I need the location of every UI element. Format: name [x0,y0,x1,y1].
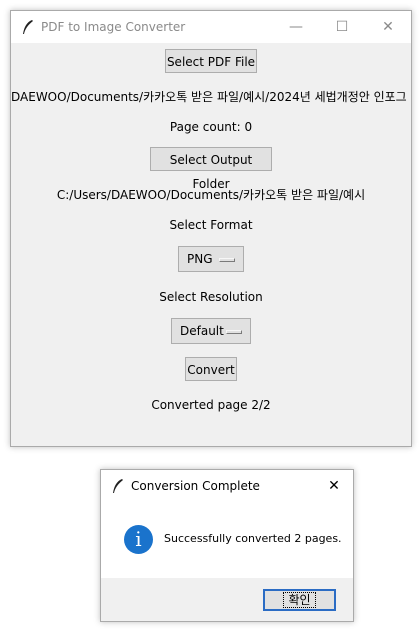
resolution-select-value: Default [180,324,224,338]
dialog-close-button[interactable]: ✕ [315,470,353,502]
main-titlebar[interactable]: PDF to Image Converter — ☐ ✕ [11,11,411,43]
page-count-label: Page count: 0 [169,120,253,134]
resolution-heading: Select Resolution [159,290,263,304]
minimize-button[interactable]: — [273,11,319,43]
format-heading: Select Format [169,218,253,232]
ok-button[interactable]: 확인 [263,589,336,611]
conversion-complete-dialog: Conversion Complete ✕ i Successfully con… [100,469,354,622]
format-select-value: PNG [187,252,213,266]
dropdown-indicator-icon [226,330,242,334]
app-feather-icon [23,20,33,34]
close-button[interactable]: ✕ [365,11,411,43]
close-icon: ✕ [328,478,340,494]
dropdown-indicator-icon [219,258,235,262]
info-icon: i [124,525,153,554]
format-select[interactable]: PNG [178,246,244,272]
main-window-title: PDF to Image Converter [41,20,186,34]
dialog-titlebar[interactable]: Conversion Complete ✕ [101,470,353,502]
maximize-icon: ☐ [335,19,349,35]
dialog-feather-icon [113,479,123,493]
status-label: Converted page 2/2 [151,398,271,412]
resolution-select[interactable]: Default [171,318,251,344]
ok-button-label: 확인 [283,592,316,608]
maximize-button[interactable]: ☐ [319,11,365,43]
dialog-title: Conversion Complete [131,479,260,493]
main-window: PDF to Image Converter — ☐ ✕ Select PDF … [10,10,412,447]
dialog-body: i Successfully converted 2 pages. [101,502,353,578]
minimize-icon: — [289,19,303,35]
output-path-label: C:/Users/DAEWOO/Documents/카카오톡 받은 파일/예시 [56,188,366,202]
select-pdf-button[interactable]: Select PDF File [165,49,257,73]
convert-button[interactable]: Convert [185,357,237,381]
pdf-path-label: DAEWOO/Documents/카카오톡 받은 파일/예시/2024년 세법개… [11,90,407,104]
close-icon: ✕ [382,19,394,35]
select-output-folder-button[interactable]: Select Output Folder [150,147,272,191]
main-content: Select PDF File DAEWOO/Documents/카카오톡 받은… [11,43,411,446]
dialog-message: Successfully converted 2 pages. [164,532,342,545]
